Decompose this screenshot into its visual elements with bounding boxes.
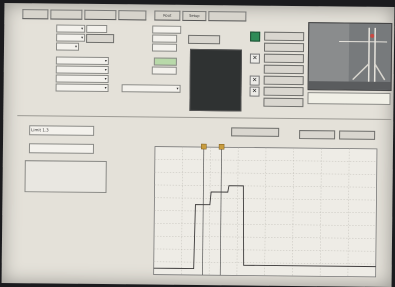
form-select[interactable] bbox=[55, 83, 109, 93]
lower-field-2[interactable] bbox=[28, 143, 95, 154]
form-button[interactable] bbox=[86, 33, 115, 43]
tab-setup[interactable]: Setup bbox=[182, 10, 207, 22]
side-button-7[interactable] bbox=[263, 97, 304, 108]
form-field[interactable] bbox=[153, 57, 177, 66]
close-icon[interactable]: ✕ bbox=[249, 86, 260, 97]
side-button-6[interactable] bbox=[263, 86, 304, 97]
application-window: Rout Setup ✕ ✕ ✕ bbox=[1, 2, 395, 287]
tab-3[interactable] bbox=[84, 9, 117, 21]
side-button-4[interactable] bbox=[263, 64, 304, 75]
tab-4[interactable] bbox=[118, 10, 147, 21]
form-field[interactable] bbox=[151, 66, 177, 75]
form-select[interactable] bbox=[55, 56, 109, 66]
stats-panel bbox=[24, 160, 107, 194]
close-icon[interactable]: ✕ bbox=[249, 53, 260, 64]
limit-field[interactable]: Limit 1.3 bbox=[29, 125, 95, 136]
cursor-marker-icon bbox=[218, 143, 225, 150]
plot-button-3[interactable] bbox=[339, 130, 376, 140]
form-select[interactable] bbox=[55, 74, 109, 84]
tab-run[interactable]: Rout bbox=[154, 10, 181, 21]
signal-plot bbox=[153, 143, 378, 278]
side-button-1[interactable] bbox=[264, 31, 305, 42]
update-button[interactable] bbox=[188, 34, 221, 45]
tab-7[interactable] bbox=[208, 11, 247, 22]
tab-2[interactable] bbox=[50, 9, 83, 20]
tab-1[interactable] bbox=[22, 9, 49, 20]
side-button-5[interactable] bbox=[263, 75, 304, 86]
form-select[interactable] bbox=[121, 84, 181, 93]
side-button-2[interactable] bbox=[263, 42, 305, 53]
plot-button-2[interactable] bbox=[299, 130, 336, 140]
status-indicator-icon bbox=[250, 31, 261, 42]
video-preview bbox=[189, 48, 243, 112]
plot-button-1[interactable] bbox=[231, 127, 280, 137]
status-display bbox=[307, 92, 391, 106]
form-field[interactable] bbox=[86, 24, 108, 34]
divider bbox=[17, 115, 392, 121]
form-select[interactable] bbox=[56, 33, 86, 42]
camera-view bbox=[307, 22, 393, 92]
form-field[interactable] bbox=[152, 34, 178, 43]
cursor-marker-icon bbox=[201, 143, 207, 150]
close-icon[interactable]: ✕ bbox=[249, 75, 260, 86]
form-select[interactable] bbox=[55, 42, 80, 51]
form-field[interactable] bbox=[152, 25, 182, 34]
form-select[interactable] bbox=[56, 24, 86, 33]
form-field[interactable] bbox=[151, 43, 178, 52]
form-select[interactable] bbox=[55, 65, 109, 75]
side-button-3[interactable] bbox=[263, 53, 304, 64]
